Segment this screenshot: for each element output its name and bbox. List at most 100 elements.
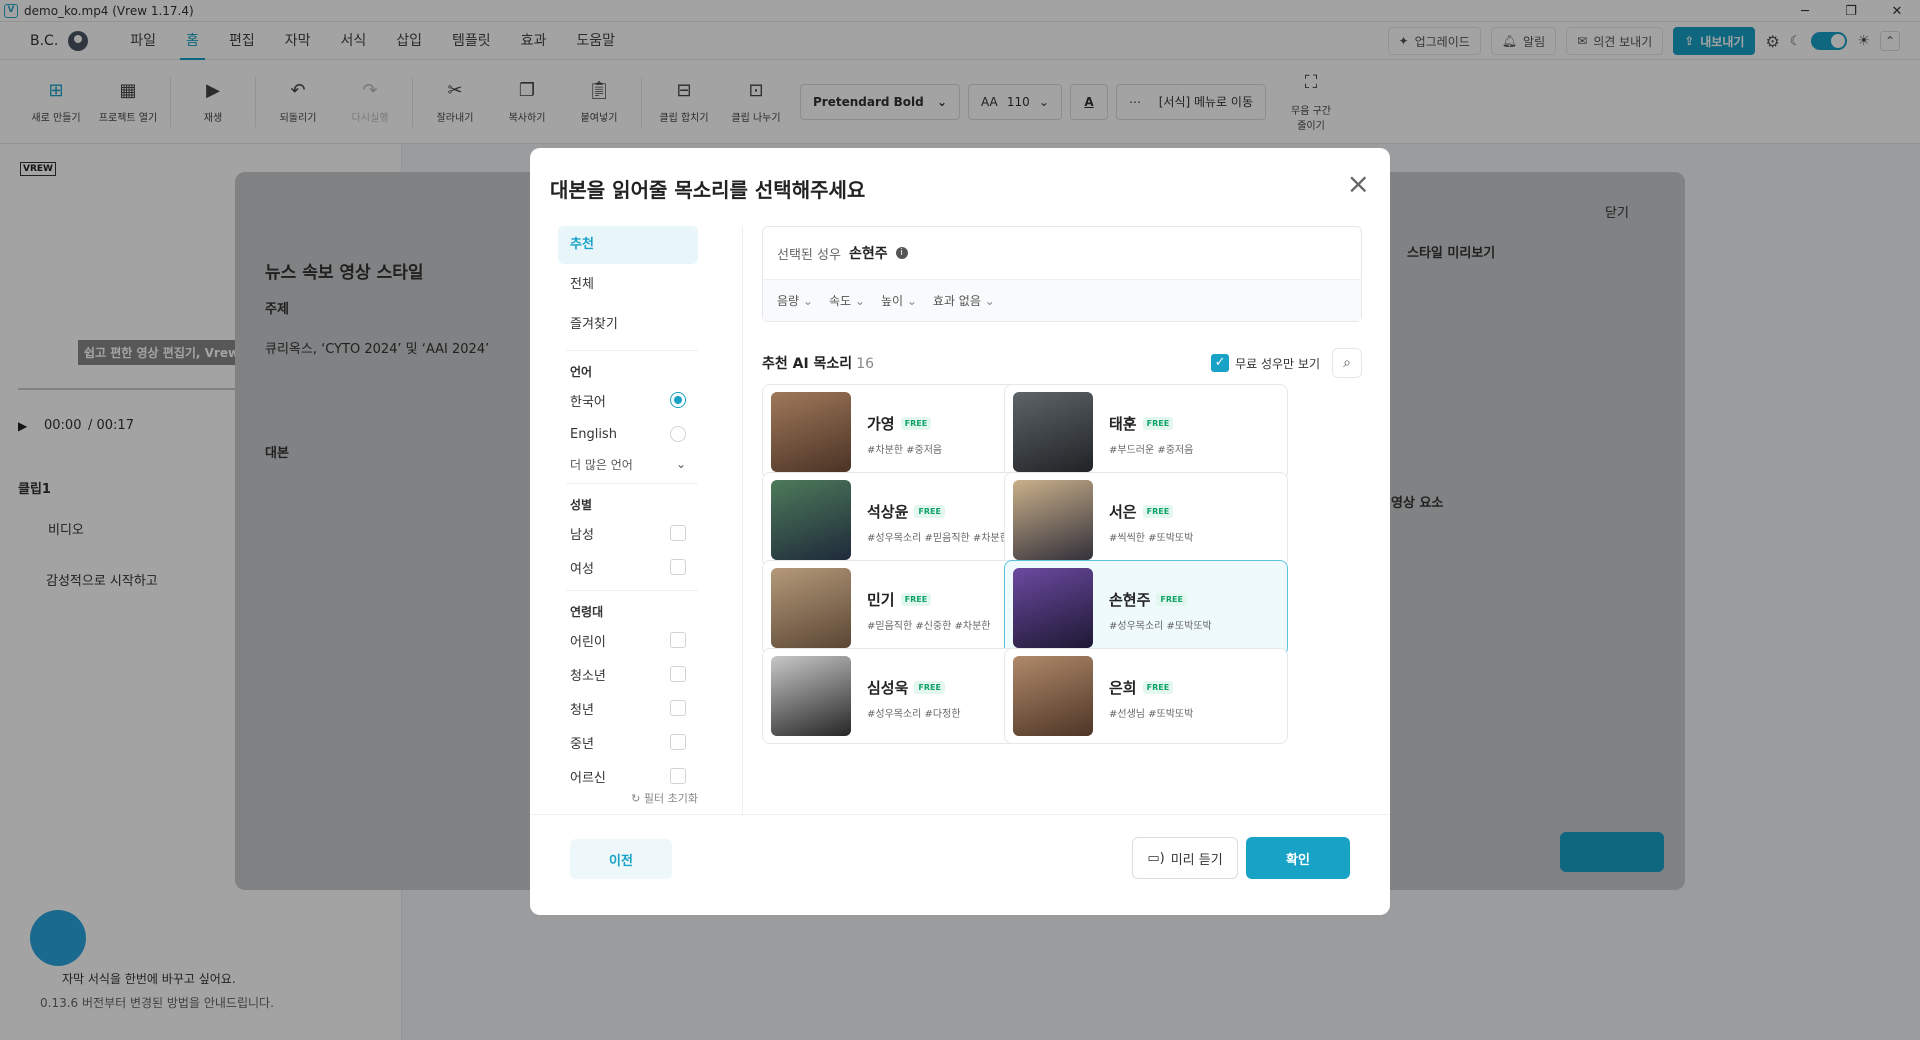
- voice-card[interactable]: 서은 FREE #씩씩한 #또박또박: [1004, 472, 1288, 568]
- info-icon[interactable]: i: [895, 247, 908, 259]
- checkbox[interactable]: [670, 734, 686, 750]
- voice-count: 16: [856, 356, 875, 372]
- checkbox[interactable]: [670, 768, 686, 784]
- voice-name: 민기: [867, 591, 895, 609]
- checkbox[interactable]: [670, 632, 686, 648]
- age-senior[interactable]: 어르신: [558, 759, 698, 793]
- voice-name: 심성욱: [867, 679, 909, 697]
- voice-tags: #성우목소리 #또박또박: [1109, 621, 1212, 632]
- free-badge: FREE: [1142, 505, 1174, 518]
- voice-avatar: [1013, 392, 1093, 472]
- more-languages-dropdown[interactable]: 더 많은 언어 ⌄: [558, 451, 698, 477]
- voice-avatar: [771, 392, 851, 472]
- free-only-toggle[interactable]: ✓ 무료 성우만 보기: [1211, 354, 1320, 372]
- prev-button[interactable]: 이전: [570, 839, 672, 879]
- option-label: 어르신: [570, 770, 606, 786]
- voice-avatar: [1013, 656, 1093, 736]
- language-english[interactable]: English: [558, 417, 698, 451]
- checkbox-checked-icon[interactable]: ✓: [1211, 354, 1230, 372]
- refresh-icon: ↻: [631, 792, 644, 805]
- divider: [566, 483, 698, 484]
- age-heading: 연령대: [570, 605, 604, 619]
- checkbox[interactable]: [670, 559, 686, 575]
- voice-card-selected[interactable]: 손현주 FREE #성우목소리 #또박또박: [1004, 560, 1288, 656]
- voice-name: 태훈: [1109, 415, 1137, 433]
- search-icon: ⌕: [1343, 355, 1351, 371]
- dialog-title: 대본을 읽어줄 목소리를 선택해주세요: [550, 178, 866, 202]
- checkbox[interactable]: [670, 666, 686, 682]
- voice-avatar: [771, 568, 851, 648]
- preview-label: 미리 듣기: [1170, 852, 1223, 868]
- selected-voice-name: 손현주: [848, 246, 888, 262]
- tab-favorites[interactable]: 즐겨찾기: [558, 306, 698, 344]
- reset-label: 필터 초기화: [643, 792, 698, 805]
- free-badge: FREE: [900, 417, 932, 430]
- divider: [566, 350, 698, 351]
- free-only-label: 무료 성우만 보기: [1235, 356, 1320, 371]
- age-middle[interactable]: 중년: [558, 725, 698, 759]
- voice-tags: #차분한 #중저음: [867, 445, 943, 456]
- voice-tags: #부드러운 #중저음: [1109, 445, 1194, 456]
- age-child[interactable]: 어린이: [558, 623, 698, 657]
- free-badge: FREE: [914, 505, 945, 518]
- radio-selected[interactable]: [670, 392, 686, 408]
- speed-dropdown[interactable]: 속도: [829, 292, 865, 309]
- option-label: 한국어: [570, 394, 606, 410]
- voice-avatar: [771, 480, 851, 560]
- voice-tags: #씩씩한 #또박또박: [1109, 533, 1194, 544]
- close-icon[interactable]: ×: [1347, 170, 1370, 198]
- radio[interactable]: [670, 426, 686, 442]
- volume-dropdown[interactable]: 음량: [777, 292, 813, 309]
- voice-tags: #믿음직한 #신중한 #차분한: [867, 621, 991, 632]
- voice-tags: #선생님 #또박또박: [1109, 709, 1194, 720]
- voice-card[interactable]: 은희 FREE #선생님 #또박또박: [1004, 648, 1288, 744]
- chevron-down-icon: ⌄: [675, 457, 686, 471]
- tab-all[interactable]: 전체: [558, 266, 698, 304]
- voice-name: 은희: [1109, 679, 1137, 697]
- age-teen[interactable]: 청소년: [558, 657, 698, 691]
- pitch-dropdown[interactable]: 높이: [881, 292, 917, 309]
- gender-heading: 성별: [570, 498, 593, 512]
- voice-name: 손현주: [1109, 591, 1151, 609]
- free-badge: FREE: [914, 681, 945, 694]
- voice-tags: #성우목소리 #다정한: [867, 709, 961, 720]
- option-label: 중년: [570, 736, 594, 752]
- option-label: 청소년: [570, 668, 606, 684]
- divider: [566, 590, 698, 591]
- free-badge: FREE: [1156, 593, 1187, 606]
- speaker-icon: ▭): [1147, 850, 1165, 866]
- option-label: English: [570, 426, 617, 442]
- list-title-text: 추천 AI 목소리: [762, 356, 853, 372]
- option-label: 청년: [570, 702, 594, 718]
- gender-male[interactable]: 남성: [558, 516, 698, 550]
- option-label: 여성: [570, 561, 594, 577]
- free-badge: FREE: [1142, 681, 1174, 694]
- voice-list-header: 추천 AI 목소리 16 ✓ 무료 성우만 보기 ⌕: [762, 348, 1362, 378]
- option-label: 남성: [570, 527, 594, 543]
- voice-list-title: 추천 AI 목소리 16: [762, 353, 874, 373]
- checkbox[interactable]: [670, 700, 686, 716]
- reset-filters-button[interactable]: ↻ 필터 초기화: [631, 790, 698, 806]
- free-badge: FREE: [1142, 417, 1174, 430]
- gender-female[interactable]: 여성: [558, 550, 698, 584]
- checkbox[interactable]: [670, 525, 686, 541]
- voice-avatar: [1013, 568, 1093, 648]
- preview-button[interactable]: ▭) 미리 듣기: [1132, 837, 1238, 879]
- language-korean[interactable]: 한국어: [558, 383, 698, 417]
- voice-card[interactable]: 태훈 FREE #부드러운 #중저음: [1004, 384, 1288, 480]
- divider: [742, 226, 743, 816]
- dialog-footer: 이전 ▭) 미리 듣기 확인: [530, 814, 1390, 915]
- voice-card-grid: 가영 FREE #차분한 #중저음 태훈 FREE #부드러운 #중저음 석상윤 FR…: [762, 384, 1362, 814]
- voice-name: 서은: [1109, 503, 1137, 521]
- tab-recommended[interactable]: 추천: [558, 226, 698, 264]
- voice-avatar: [771, 656, 851, 736]
- effect-dropdown[interactable]: 효과 없음: [933, 292, 995, 309]
- confirm-button[interactable]: 확인: [1246, 837, 1350, 879]
- voice-select-dialog: 대본을 읽어줄 목소리를 선택해주세요 × 추천 전체 즐겨찾기 언어 한국어 …: [530, 148, 1390, 915]
- search-button[interactable]: ⌕: [1332, 348, 1362, 378]
- age-young[interactable]: 청년: [558, 691, 698, 725]
- selected-voice-panel: 선택된 성우 손현주 i 음량 속도 높이 효과 없음: [762, 226, 1362, 322]
- option-label: 어린이: [570, 634, 606, 650]
- voice-avatar: [1013, 480, 1093, 560]
- language-heading: 언어: [570, 365, 593, 379]
